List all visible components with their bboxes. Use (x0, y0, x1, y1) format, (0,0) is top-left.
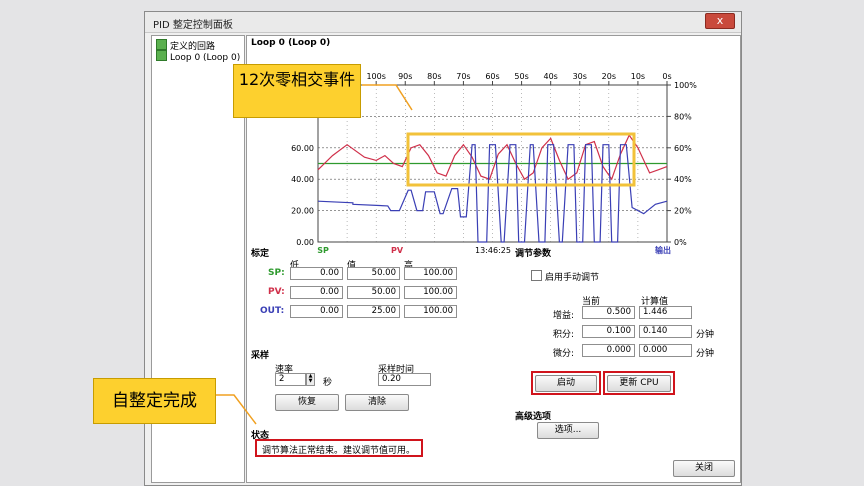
callout-autotune-complete: 自整定完成 (93, 378, 216, 424)
zero-cross-leader (362, 84, 413, 111)
autotune-leader (214, 394, 257, 425)
callout-zero-crossings: 12次零相交事件 (233, 64, 361, 118)
